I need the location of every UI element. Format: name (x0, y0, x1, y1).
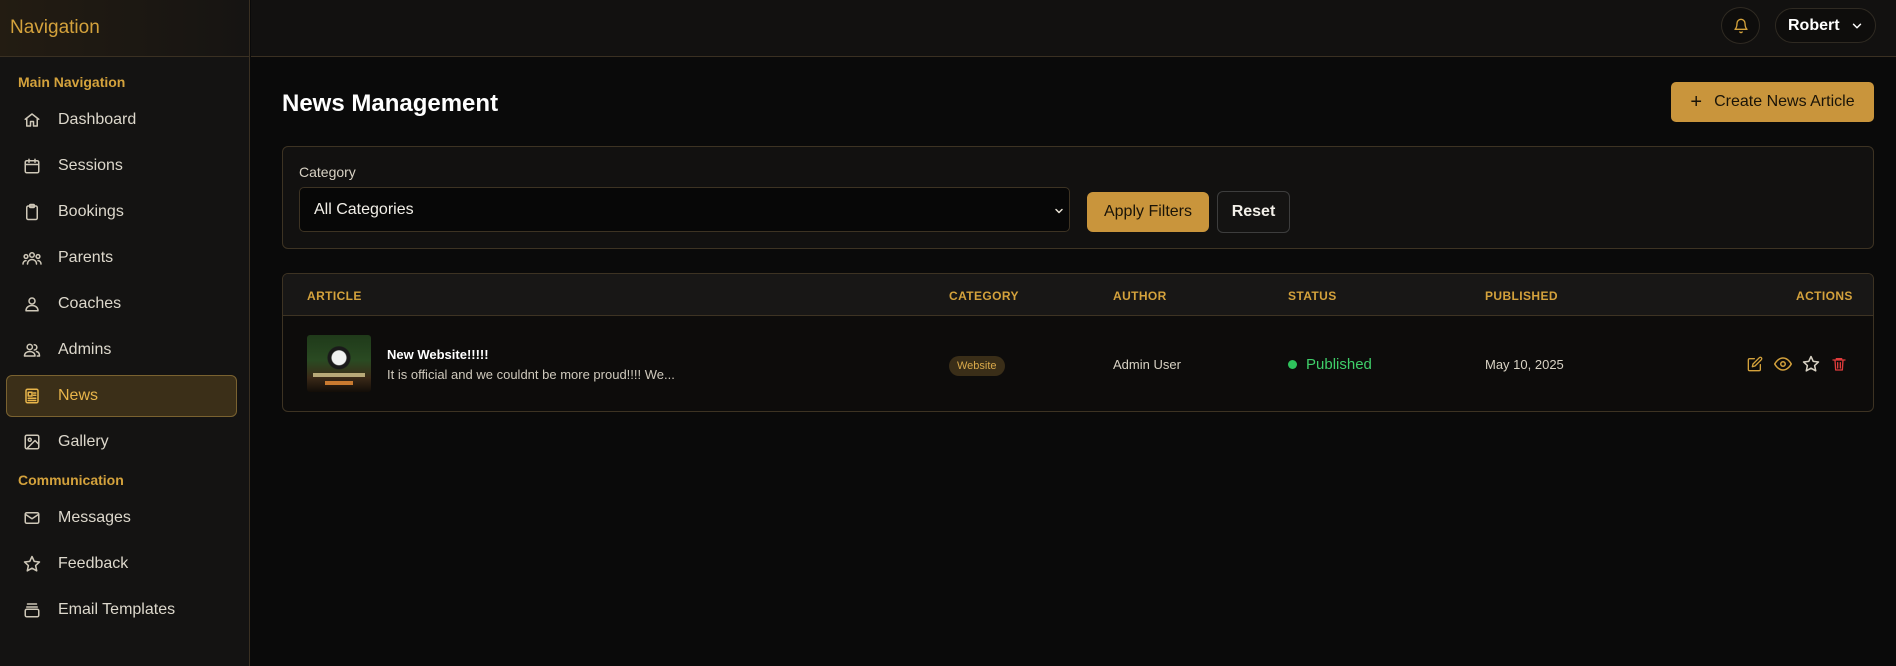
sidebar-item-label: Bookings (58, 203, 124, 220)
eye-icon[interactable] (1773, 354, 1793, 374)
sidebar-item-label: News (58, 387, 99, 404)
bell-icon (1733, 18, 1749, 34)
sidebar-item-label: Gallery (58, 433, 109, 450)
article-excerpt: It is official and we couldnt be more pr… (387, 367, 675, 382)
category-select[interactable]: All Categories (299, 187, 1070, 232)
clipboard-icon (21, 201, 43, 223)
category-badge: Website (949, 356, 1005, 376)
chevron-down-icon (1850, 19, 1864, 33)
sidebar-item-gallery[interactable]: Gallery (6, 421, 237, 463)
chevron-down-icon (1053, 204, 1065, 222)
sidebar-item-email-templates[interactable]: Email Templates (6, 589, 237, 631)
user-menu-button[interactable]: Robert (1775, 8, 1876, 43)
create-button-label: Create News Article (1714, 93, 1855, 110)
category-filter-label: Category (299, 164, 356, 180)
column-header-status: STATUS (1288, 289, 1337, 303)
sidebar-item-label: Feedback (58, 555, 129, 572)
row-actions (1745, 354, 1849, 374)
sidebar-item-label: Coaches (58, 295, 122, 312)
sidebar-item-coaches[interactable]: Coaches (6, 283, 237, 325)
column-header-article: ARTICLE (307, 289, 362, 303)
reset-button[interactable]: Reset (1217, 191, 1290, 233)
image-icon (21, 431, 43, 453)
table-header: ARTICLE CATEGORY AUTHOR STATUS PUBLISHED… (283, 274, 1873, 316)
create-news-article-button[interactable]: + Create News Article (1671, 82, 1874, 122)
sidebar-item-label: Admins (58, 341, 112, 358)
page-title: News Management (282, 90, 499, 117)
sidebar-header: Navigation (0, 0, 249, 57)
status-text: Published (1306, 356, 1372, 373)
plus-icon: + (1690, 90, 1703, 113)
sidebar-item-label: Dashboard (58, 111, 137, 128)
inbox-icon (21, 599, 43, 621)
newspaper-icon (21, 385, 43, 407)
article-thumbnail (307, 335, 371, 392)
top-bar (251, 0, 1896, 57)
user-icon (21, 293, 43, 315)
article-author: Admin User (1113, 357, 1181, 372)
sidebar-item-label: Sessions (58, 157, 123, 174)
column-header-author: AUTHOR (1113, 289, 1167, 303)
mail-icon (21, 507, 43, 529)
star-icon[interactable] (1801, 354, 1821, 374)
column-header-actions: ACTIONS (1796, 289, 1853, 303)
section-label-communication: Communication (18, 472, 124, 488)
edit-icon[interactable] (1745, 354, 1765, 374)
status-dot (1288, 360, 1297, 369)
home-icon (21, 109, 43, 131)
sidebar-item-label: Email Templates (58, 601, 176, 618)
sidebar-item-feedback[interactable]: Feedback (6, 543, 237, 585)
sidebar-title: Navigation (10, 17, 100, 38)
user-name: Robert (1788, 16, 1840, 34)
users-icon (21, 247, 43, 269)
sidebar-item-admins[interactable]: Admins (6, 329, 237, 371)
star-icon (21, 553, 43, 575)
sidebar-item-sessions[interactable]: Sessions (6, 145, 237, 187)
sidebar: Navigation Main Navigation Dashboard Ses… (0, 0, 250, 666)
calendar-icon (21, 155, 43, 177)
sidebar-item-messages[interactable]: Messages (6, 497, 237, 539)
category-select-value: All Categories (314, 200, 414, 218)
published-date: May 10, 2025 (1485, 357, 1564, 372)
notifications-button[interactable] (1721, 7, 1760, 44)
article-title[interactable]: New Website!!!!! (387, 347, 489, 362)
sidebar-item-parents[interactable]: Parents (6, 237, 237, 279)
sidebar-item-label: Parents (58, 249, 114, 266)
column-header-category: CATEGORY (949, 289, 1019, 303)
apply-filters-button[interactable]: Apply Filters (1087, 192, 1209, 232)
sidebar-item-bookings[interactable]: Bookings (6, 191, 237, 233)
table-row: New Website!!!!! It is official and we c… (283, 316, 1873, 411)
column-header-published: PUBLISHED (1485, 289, 1558, 303)
sidebar-item-news[interactable]: News (6, 375, 237, 417)
sidebar-item-dashboard[interactable]: Dashboard (6, 99, 237, 141)
filter-panel: Category All Categories Apply Filters Re… (282, 146, 1874, 249)
user-group-icon (21, 339, 43, 361)
section-label-main: Main Navigation (18, 74, 126, 90)
status-badge: Published (1288, 356, 1372, 373)
app-root: Navigation Main Navigation Dashboard Ses… (0, 0, 1896, 666)
news-table: ARTICLE CATEGORY AUTHOR STATUS PUBLISHED… (282, 273, 1874, 412)
trash-icon[interactable] (1829, 354, 1849, 374)
sidebar-item-label: Messages (58, 509, 131, 526)
